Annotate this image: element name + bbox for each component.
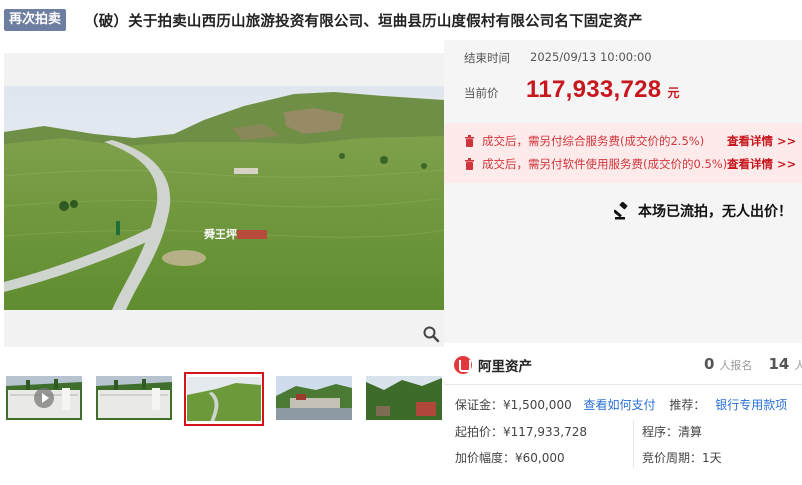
thumbnail-5[interactable]: [366, 376, 442, 420]
software-fee-details-link[interactable]: 查看详情 >>: [727, 156, 796, 172]
participant-counts: 0 人报名 14 人: [704, 355, 802, 373]
detail-divider: [633, 420, 634, 468]
thumbnail-image: [187, 377, 261, 421]
procedure: 程序：清算: [642, 425, 703, 439]
auction-panel: 结束时间 2025/09/13 10:00:00 当前价 117,933,728…: [444, 40, 802, 485]
current-price-value: 117,933,728: [526, 76, 662, 103]
provider-name: 阿里资产: [478, 359, 532, 375]
play-icon[interactable]: [34, 388, 54, 408]
provider-logo[interactable]: 阿里资产: [454, 355, 532, 375]
trash-icon: [465, 158, 474, 170]
start-price: 起拍价：¥117,933,728: [455, 425, 587, 439]
title-row: 再次拍卖 （破）关于拍卖山西历山旅游投资有限公司、垣曲县历山度假村有限公司名下固…: [4, 8, 802, 32]
price-unit: 元: [667, 86, 680, 100]
thumbnail-4[interactable]: [276, 376, 352, 420]
end-time-row: 结束时间 2025/09/13 10:00:00: [464, 50, 652, 66]
thumbnail-image: [366, 376, 442, 420]
thumbnail-image: [276, 376, 352, 420]
auction-info-box: 结束时间 2025/09/13 10:00:00 当前价 117,933,728…: [444, 40, 802, 343]
sign-text: 舜王坪: [204, 227, 237, 241]
bidding-cycle: 竞价周期：1天: [642, 451, 722, 465]
end-time-value: 2025/09/13 10:00:00: [530, 50, 652, 64]
service-fee-text: 成交后，需另付综合服务费(成交价的2.5%): [482, 134, 705, 148]
current-price-row: 当前价 117,933,728 元: [464, 76, 679, 104]
trash-icon: [465, 135, 474, 147]
provider-row: 阿里资产 0 人报名 14 人: [444, 343, 802, 385]
service-fee-notice: 成交后，需另付综合服务费(成交价的2.5%) 查看详情 >>: [464, 133, 796, 149]
fee-notice-box: 成交后，需另付综合服务费(成交价的2.5%) 查看详情 >> 成交后，需另付软件…: [444, 123, 802, 183]
deposit-row: 保证金：¥1,500,000 查看如何支付 推荐： 银行专用款项: [455, 396, 787, 413]
gavel-icon: [614, 202, 628, 220]
mountain-meadow-photo: 舜王坪: [4, 86, 444, 310]
signup-label: 人报名: [719, 359, 753, 372]
software-fee-text: 成交后，需另付软件使用服务费(成交价的0.5%): [482, 157, 728, 171]
thumbnail-3-selected[interactable]: [184, 372, 264, 426]
thumbnail-strip: [4, 372, 444, 426]
recommend-label: 推荐：: [669, 398, 706, 412]
ali-assets-logo-icon: [454, 356, 472, 374]
thumbnail-video[interactable]: [6, 376, 82, 420]
second-count-label: 人: [794, 359, 802, 372]
deposit-value: 保证金：¥1,500,000: [455, 398, 572, 412]
auction-result: 本场已流拍，无人出价！: [614, 201, 792, 221]
how-to-pay-link[interactable]: 查看如何支付: [584, 398, 656, 412]
reauction-tag: 再次拍卖: [4, 9, 67, 31]
current-price-label: 当前价: [464, 86, 499, 100]
auction-status-text: 本场已流拍，无人出价！: [638, 204, 792, 220]
end-time-label: 结束时间: [464, 51, 510, 65]
main-image[interactable]: 舜王坪: [4, 53, 444, 347]
service-fee-details-link[interactable]: 查看详情 >>: [727, 133, 796, 149]
page-title: （破）关于拍卖山西历山旅游投资有限公司、垣曲县历山度假村有限公司名下固定资产: [84, 13, 643, 30]
software-fee-notice: 成交后，需另付软件使用服务费(成交价的0.5%) 查看详情 >>: [464, 156, 796, 172]
thumbnail-image: [96, 376, 172, 420]
thumbnail-2[interactable]: [96, 376, 172, 420]
zoom-icon[interactable]: [422, 325, 440, 343]
second-count: 14: [768, 355, 790, 373]
bid-increment: 加价幅度：¥60,000: [455, 451, 565, 465]
bank-payment-link[interactable]: 银行专用款项: [715, 398, 787, 412]
signup-count: 0: [704, 355, 715, 373]
